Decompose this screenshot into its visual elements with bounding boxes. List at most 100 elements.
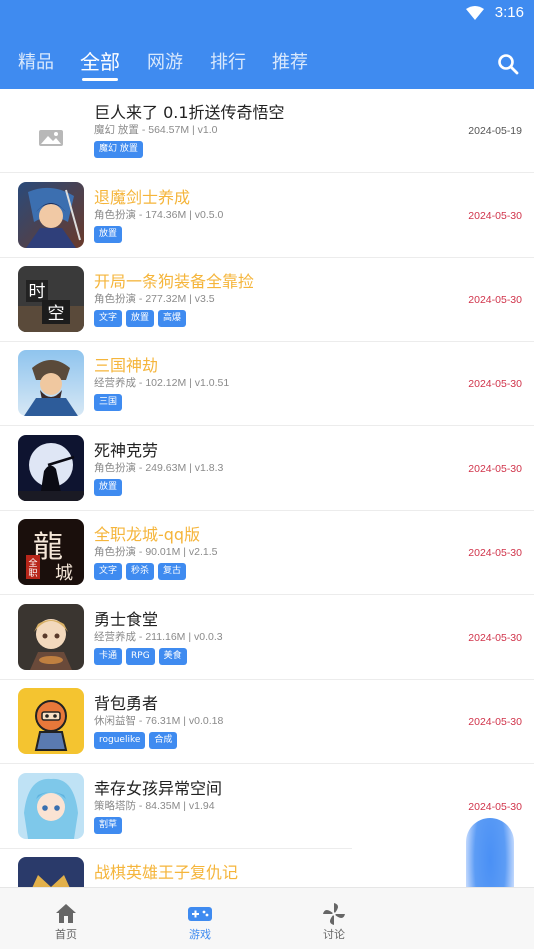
game-row[interactable]: 龍 全 职 城 全职龙城-qq版 角色扮演 - 90.01M | v2.1.5 …: [0, 511, 534, 595]
survivor-girl-game-icon: [18, 773, 84, 839]
bottom-nav: 首页 游戏 讨论: [0, 887, 534, 949]
game-meta: 角色扮演 - 249.63M | v1.8.3: [94, 462, 224, 474]
game-tag: 美食: [158, 648, 187, 665]
shikong-game-icon: 时 空: [18, 266, 84, 332]
game-row[interactable]: 战棋英雄王子复仇记: [0, 849, 534, 889]
game-title: 三国神劫: [94, 356, 159, 375]
game-tag: 高爆: [158, 310, 187, 327]
game-tag: 三国: [94, 394, 123, 411]
game-title: 背包勇者: [94, 694, 159, 713]
svg-text:职: 职: [28, 568, 37, 579]
game-date: 2024-05-30: [468, 632, 522, 644]
game-tags: 文字 放置 高爆: [94, 310, 187, 327]
tab-jingpin[interactable]: 精品: [18, 48, 54, 74]
game-meta: 角色扮演 - 277.32M | v3.5: [94, 293, 215, 305]
three-kingdoms-game-icon: [18, 350, 84, 416]
game-date: 2024-05-30: [468, 210, 522, 222]
game-row[interactable]: 死神克劳 角色扮演 - 249.63M | v1.8.3 放置 2024-05-…: [0, 427, 534, 511]
swordsman-game-icon: [18, 182, 84, 248]
pinwheel-icon: [323, 903, 345, 925]
game-tags: 魔幻 放置: [94, 141, 143, 158]
app-bar: 精品 全部 网游 排行 推荐: [0, 28, 534, 89]
game-tag: 放置: [94, 479, 123, 496]
svg-text:空: 空: [48, 304, 65, 324]
game-row[interactable]: 三国神劫 经营养成 - 102.12M | v1.0.51 三国 2024-05…: [0, 342, 534, 426]
game-tag: 复古: [158, 563, 187, 580]
game-tags: 割草: [94, 817, 123, 834]
game-tag: 放置: [126, 310, 155, 327]
nav-label: 首页: [55, 928, 77, 941]
game-tag: 文字: [94, 310, 123, 327]
svg-text:城: 城: [55, 563, 73, 584]
game-tag: 合成: [149, 732, 178, 749]
game-tag: 魔幻 放置: [94, 141, 143, 158]
game-row[interactable]: 幸存女孩异常空间 策略塔防 - 84.35M | v1.94 割草 2024-0…: [0, 765, 534, 849]
backpack-hero-game-icon: [18, 688, 84, 754]
game-meta: 魔幻 放置 - 564.57M | v1.0: [94, 124, 218, 136]
game-row[interactable]: 勇士食堂 经营养成 - 211.16M | v0.0.3 卡通 RPG 美食 2…: [0, 596, 534, 680]
placeholder-image-icon: [18, 97, 84, 163]
chess-hero-game-icon: [18, 857, 84, 889]
gamepad-icon: [188, 907, 212, 921]
game-title: 退魔剑士养成: [94, 188, 191, 207]
tab-recommend[interactable]: 推荐: [272, 48, 308, 74]
game-meta: 角色扮演 - 174.36M | v0.5.0: [94, 209, 224, 221]
tab-ranking[interactable]: 排行: [210, 48, 246, 74]
game-tag: 放置: [94, 226, 123, 243]
row-divider: [0, 763, 534, 764]
home-icon: [56, 904, 76, 923]
moon-reaper-game-icon: [18, 435, 84, 501]
game-tags: roguelike 合成: [94, 732, 178, 749]
nav-discuss[interactable]: 讨论: [274, 888, 394, 949]
warrior-canteen-game-icon: [18, 604, 84, 670]
game-meta: 角色扮演 - 90.01M | v2.1.5: [94, 546, 218, 558]
game-tag: 秒杀: [126, 563, 155, 580]
game-title: 全职龙城-qq版: [94, 525, 201, 544]
game-tag: RPG: [126, 648, 155, 665]
wifi-icon: [466, 6, 484, 20]
game-title: 巨人来了 0.1折送传奇悟空: [94, 103, 285, 122]
game-tag: roguelike: [94, 732, 146, 749]
game-date: 2024-05-30: [468, 716, 522, 728]
active-tab-indicator: [82, 78, 118, 81]
game-title: 战棋英雄王子复仇记: [94, 863, 239, 882]
row-divider: [0, 594, 534, 595]
game-meta: 经营养成 - 211.16M | v0.0.3: [94, 631, 223, 643]
game-date: 2024-05-30: [468, 801, 522, 813]
game-date: 2024-05-30: [468, 378, 522, 390]
svg-text:全: 全: [28, 557, 37, 569]
game-title: 死神克劳: [94, 441, 159, 460]
row-divider: [0, 425, 534, 426]
game-tags: 卡通 RPG 美食: [94, 648, 187, 665]
status-bar: 3:16: [0, 0, 534, 28]
game-title: 勇士食堂: [94, 610, 159, 629]
search-icon[interactable]: [496, 52, 520, 76]
game-row[interactable]: 巨人来了 0.1折送传奇悟空 魔幻 放置 - 564.57M | v1.0 魔幻…: [0, 89, 534, 173]
game-tags: 放置: [94, 479, 123, 496]
status-time: 3:16: [494, 4, 524, 21]
game-date: 2024-05-30: [468, 463, 522, 475]
game-tag: 文字: [94, 563, 123, 580]
game-row[interactable]: 时 空 开局一条狗装备全靠捡 角色扮演 - 277.32M | v3.5 文字 …: [0, 258, 534, 342]
nav-home[interactable]: 首页: [6, 888, 126, 949]
game-date: 2024-05-30: [468, 547, 522, 559]
game-row[interactable]: 背包勇者 休闲益智 - 76.31M | v0.0.18 roguelike 合…: [0, 680, 534, 764]
game-tags: 放置: [94, 226, 123, 243]
dragon-city-game-icon: 龍 全 职 城: [18, 519, 84, 585]
tab-all[interactable]: 全部: [80, 46, 120, 75]
svg-text:时: 时: [29, 282, 46, 302]
game-tag: 卡通: [94, 648, 123, 665]
row-divider: [0, 172, 534, 173]
game-meta: 休闲益智 - 76.31M | v0.0.18: [94, 715, 224, 727]
nav-label: 讨论: [323, 928, 345, 941]
game-meta: 经营养成 - 102.12M | v1.0.51: [94, 377, 230, 389]
game-date: 2024-05-19: [468, 125, 522, 137]
game-title: 幸存女孩异常空间: [94, 779, 223, 798]
game-date: 2024-05-30: [468, 294, 522, 306]
game-row[interactable]: 退魔剑士养成 角色扮演 - 174.36M | v0.5.0 放置 2024-0…: [0, 174, 534, 258]
nav-games[interactable]: 游戏: [140, 888, 260, 949]
game-tag: 割草: [94, 817, 123, 834]
tab-online[interactable]: 网游: [147, 48, 183, 74]
game-tags: 三国: [94, 394, 123, 411]
game-title: 开局一条狗装备全靠捡: [94, 272, 255, 291]
